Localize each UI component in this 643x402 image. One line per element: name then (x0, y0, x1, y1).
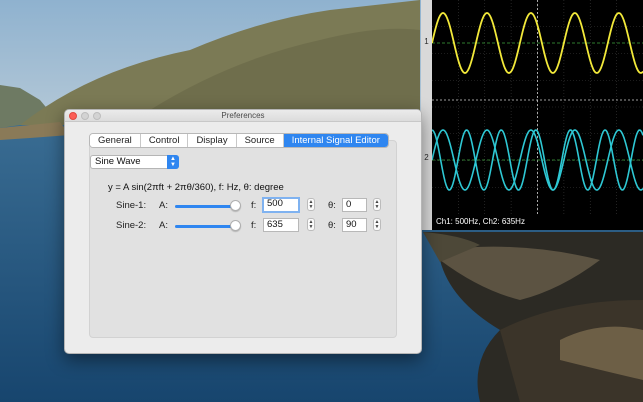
sine1-amplitude-label: A: (159, 200, 168, 211)
tab-control[interactable]: Control (140, 134, 189, 147)
tab-internal-signal-editor[interactable]: Internal Signal Editor (283, 134, 388, 147)
editor-panel (89, 140, 397, 338)
oscilloscope-window: 1 2 Ch1: 500Hz, Ch2: 635Hz (421, 0, 643, 230)
oscilloscope-plot (432, 0, 643, 214)
formula-text: y = A sin(2πft + 2πθ/360), f: Hz, θ: deg… (108, 182, 284, 193)
sine2-amplitude-label: A: (159, 220, 168, 231)
sine2-frequency-stepper[interactable]: ▲ ▼ (307, 218, 315, 231)
sine2-amplitude-slider[interactable] (175, 225, 237, 228)
sine1-phase-label: θ: (328, 200, 336, 211)
channel-2-marker: 2 (424, 153, 429, 162)
sine1-label: Sine-1: (116, 200, 147, 211)
sine2-phase-stepper[interactable]: ▲ ▼ (373, 218, 381, 231)
sine1-frequency-stepper[interactable]: ▲ ▼ (307, 198, 315, 211)
channel-1-marker: 1 (424, 37, 429, 46)
sine1-amplitude-fill (175, 205, 236, 208)
sine1-frequency-field[interactable]: 500 (262, 197, 300, 213)
sine2-phase-field[interactable]: 90 (342, 218, 367, 232)
window-title: Preferences (221, 111, 265, 120)
tab-display[interactable]: Display (188, 134, 237, 147)
preferences-tabs: General Control Display Source Internal … (89, 133, 389, 148)
sine1-amplitude-slider[interactable] (175, 205, 237, 208)
oscilloscope-screen (432, 0, 643, 214)
sine1-phase-field[interactable]: 0 (342, 198, 367, 212)
scope-status-text: Ch1: 500Hz, Ch2: 635Hz (432, 214, 643, 230)
title-bar[interactable]: Preferences (65, 110, 421, 122)
sine2-amplitude-fill (175, 225, 236, 228)
sine2-label: Sine-2: (116, 220, 147, 231)
sine2-frequency-label: f: (251, 220, 257, 231)
sine2-frequency-field[interactable]: 635 (263, 218, 299, 232)
sine1-frequency-label: f: (251, 200, 257, 211)
preferences-window: Preferences General Control Display Sour… (64, 109, 422, 354)
tab-source[interactable]: Source (236, 134, 284, 147)
sine1-phase-stepper[interactable]: ▲ ▼ (373, 198, 381, 211)
updown-chevron-icon: ▲ ▼ (167, 155, 179, 169)
sine2-phase-label: θ: (328, 220, 336, 231)
waveform-selected: Sine Wave (95, 156, 141, 167)
waveform-popup[interactable]: Sine Wave ▲ ▼ (90, 155, 179, 169)
tab-general[interactable]: General (90, 134, 141, 147)
